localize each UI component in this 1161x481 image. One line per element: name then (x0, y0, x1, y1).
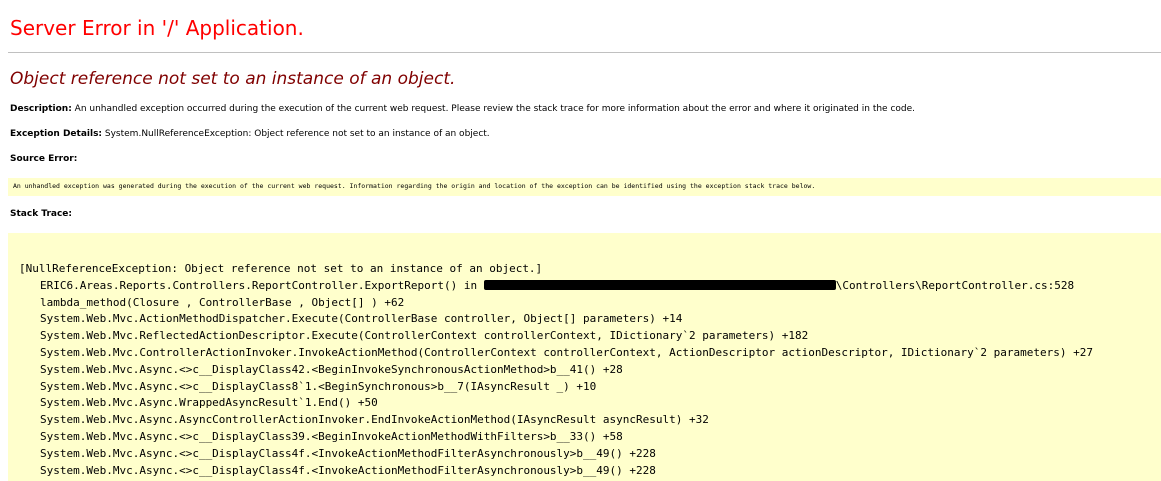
title-divider (8, 52, 1161, 53)
redaction-bar (483, 279, 836, 290)
stack-trace-lines: [NullReferenceException: Object referenc… (19, 261, 1093, 479)
source-error-heading: Source Error: (10, 154, 77, 164)
stack-frame: System.Web.Mvc.ActionMethodDispatcher.Ex… (40, 312, 683, 326)
error-message: Object reference not set to an instance … (10, 69, 456, 89)
exception-details-label: Exception Details: (10, 129, 103, 139)
stack-frame-suffix: \Controllers\ReportController.cs:528 (835, 278, 1075, 292)
exception-details-text: System.NullReferenceException: Object re… (102, 129, 490, 139)
source-error-label: Source Error: (10, 154, 78, 164)
stack-frame-prefix: ERIC6.Areas.Reports.Controllers.ReportCo… (40, 278, 484, 292)
error-page: Server Error in '/' Application. Object … (0, 0, 1161, 481)
stack-trace-heading: Stack Trace: (10, 209, 72, 219)
stack-trace-label: Stack Trace: (10, 209, 73, 219)
stack-frame: System.Web.Mvc.Async.<>c__DisplayClass39… (40, 429, 623, 443)
stack-frame: System.Web.Mvc.Async.WrappedAsyncResult`… (40, 396, 378, 410)
description-label: Description: (10, 104, 72, 114)
stack-trace-box: [NullReferenceException: Object referenc… (8, 233, 1161, 481)
source-error-text: An unhandled exception was generated dur… (13, 182, 816, 190)
stack-frame: System.Web.Mvc.ReflectedActionDescriptor… (40, 329, 809, 343)
stack-frame: ERIC6.Areas.Reports.Controllers.ReportCo… (19, 278, 1093, 295)
stack-frame: System.Web.Mvc.Async.AsyncControllerActi… (40, 413, 709, 427)
stack-trace-header: [NullReferenceException: Object referenc… (19, 262, 543, 275)
stack-frame: System.Web.Mvc.Async.<>c__DisplayClass4f… (40, 463, 656, 477)
stack-frame: System.Web.Mvc.Async.<>c__DisplayClass42… (40, 362, 623, 376)
stack-frame: System.Web.Mvc.ControllerActionInvoker.I… (40, 345, 1093, 359)
description-line: Description: An unhandled exception occu… (10, 104, 915, 114)
stack-frame: System.Web.Mvc.Async.<>c__DisplayClass4f… (40, 446, 656, 460)
page-title: Server Error in '/' Application. (10, 16, 304, 40)
source-error-box: An unhandled exception was generated dur… (8, 178, 1161, 196)
description-text: An unhandled exception occurred during t… (71, 104, 916, 114)
stack-frame: lambda_method(Closure , ControllerBase ,… (40, 295, 405, 309)
stack-frame: System.Web.Mvc.Async.<>c__DisplayClass8`… (40, 379, 597, 393)
exception-details-line: Exception Details: System.NullReferenceE… (10, 129, 490, 139)
